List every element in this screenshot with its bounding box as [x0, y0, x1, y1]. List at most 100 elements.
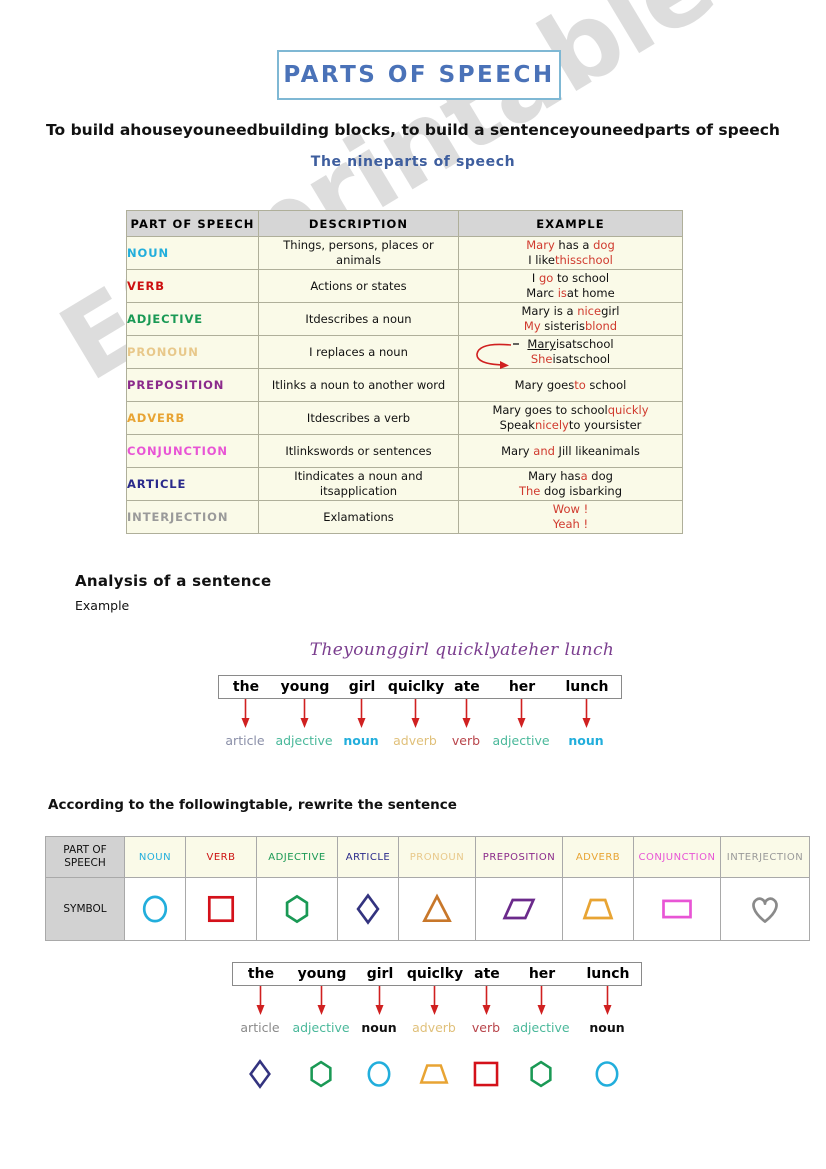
highlight-word: Wow ! [552, 502, 589, 516]
table-row: ADVERB Itdescribes a verb Mary goes to sch… [126, 401, 683, 435]
symbol-table-row-label-symbol: SYMBOL [45, 877, 125, 941]
down-arrow-icon [241, 699, 249, 728]
word-cell: young [280, 679, 330, 695]
sublead-sentence: The nineparts of speech [310, 154, 516, 170]
plain-text: I [531, 271, 539, 285]
highlight-word: is [557, 286, 567, 300]
pos-description-cell: I replaces a noun [258, 335, 459, 369]
arrow-col [272, 699, 336, 733]
plain-text: isatschool [552, 352, 611, 366]
heart-shape-icon [752, 897, 778, 923]
word-cell: her [528, 966, 556, 982]
header-example: EXAMPLE [458, 210, 683, 237]
word-cell: her [508, 679, 536, 695]
symbol-header-adjective: ADJECTIVE [256, 836, 338, 878]
word-cell: lunch [565, 679, 609, 695]
word-cell: quiclky [406, 966, 464, 982]
pos-example-cell: Mary goes to schoolquickly Speaknicelyto … [458, 401, 683, 435]
example-line: Mary is a nicegirl [459, 304, 682, 319]
symbol-cell-article [337, 877, 399, 941]
highlight-word: this [554, 253, 576, 267]
example-line: The dog isbarking [459, 484, 682, 499]
pos-name-cell: VERB [126, 269, 259, 303]
plain-text: Jill likeanimals [554, 443, 640, 458]
worksheet-page: ESLprintables.com PARTS OF SPEECH To bui… [0, 0, 826, 1169]
exercise-diagram: the young girl quiclky ate her lunch article adj… [232, 962, 642, 1097]
plain-text: Mary goes [514, 377, 575, 392]
pos-example-cell: Maryisatschool Sheisatschool [458, 335, 683, 369]
highlight-word: to [574, 377, 586, 392]
down-arrow-icon [256, 986, 264, 1015]
down-arrow-icon [300, 699, 308, 728]
pos-label: adjective [292, 1020, 350, 1035]
pos-description-cell: Itdescribes a verb [258, 401, 459, 435]
arrow-col [288, 986, 354, 1020]
symbol-cell-preposition [475, 877, 563, 941]
symbol-cell-adverb [562, 877, 634, 941]
page-title-box: PARTS OF SPEECH [277, 50, 561, 100]
label-text: SYMBOL [63, 903, 107, 915]
highlight-word: She [530, 352, 553, 366]
shape-col [288, 1057, 354, 1091]
highlight-word: My [523, 319, 541, 333]
table-row: VERB Actions or states I go to school Marc … [126, 269, 683, 303]
circle-shape-icon [142, 895, 168, 923]
symbol-table-symbol-row: SYMBOL [45, 877, 810, 941]
pos-description-cell: Itdescribes a noun [258, 302, 459, 336]
down-arrow-icon [357, 699, 365, 728]
shape-col [404, 1057, 464, 1091]
word-row: the young girl quiclky ate her lunch [218, 675, 622, 699]
highlight-word: quickly [607, 403, 649, 417]
symbol-header-conjunction: CONJUNCTION [633, 836, 721, 878]
pos-description-cell: Things, persons, places or animals [258, 236, 459, 270]
table-row: PRONOUN I replaces a noun Maryisatschool Sh… [126, 335, 683, 369]
shape-row [232, 1051, 642, 1097]
word-cell: ate [454, 679, 480, 695]
pos-label: noun [589, 1020, 625, 1035]
plain-text: isatschool [555, 337, 614, 351]
word-row: the young girl quiclky ate her lunch [232, 962, 642, 986]
cursive-sentence: Theyounggirl quicklyateher lunch [309, 640, 615, 660]
arrow-col [444, 699, 488, 733]
arrow-col [464, 986, 508, 1020]
example-line: Marc isat home [459, 286, 682, 301]
table-row: ARTICLE Itindicates a noun and itsapplicat… [126, 467, 683, 501]
pos-example-cell: Mary is a nicegirl My sisterisblond [458, 302, 683, 336]
square-shape-icon [207, 895, 235, 923]
highlight-word: nicely [534, 418, 569, 432]
pos-name-cell: NOUN [126, 236, 259, 270]
down-arrow-icon [462, 699, 470, 728]
highlight-word: blond [584, 319, 618, 333]
highlight-word: The [518, 484, 541, 498]
symbol-cell-pronoun [398, 877, 476, 941]
down-arrow-icon [482, 986, 490, 1015]
symbol-header-pronoun: PRONOUN [398, 836, 476, 878]
page-title: PARTS OF SPEECH [283, 62, 555, 88]
example-line: Mary hasa dog [459, 469, 682, 484]
triangle-shape-icon [422, 893, 452, 923]
shape-col [464, 1057, 508, 1091]
word-cell: lunch [586, 966, 630, 982]
pos-label: verb [451, 733, 481, 748]
example-line: Mary and Jill likeanimals [459, 444, 682, 459]
pos-description-cell: Itindicates a noun and itsapplication [258, 467, 459, 501]
plain-text: Mary goes to school [492, 403, 608, 417]
pos-example-cell: I go to school Marc isat home [458, 269, 683, 303]
example-label: Example [75, 598, 130, 613]
pos-description-cell: Exlamations [258, 500, 459, 534]
symbol-legend-table: PART OF SPEECH NOUN VERB ADJECTIVE ARTICLE P… [45, 836, 810, 941]
plain-text: dog [587, 469, 613, 483]
plain-text: to yoursister [568, 418, 642, 432]
word-cell: quiclky [387, 679, 445, 695]
pos-name-cell: ARTICLE [126, 467, 259, 501]
header-description: DESCRIPTION [258, 210, 459, 237]
header-part-of-speech: PART OF SPEECH [126, 210, 259, 237]
plain-text: at home [566, 286, 615, 300]
down-arrow-icon [582, 699, 590, 728]
pos-example-cell: Mary hasa dog The dog isbarking [458, 467, 683, 501]
square-shape-icon [473, 1061, 499, 1087]
pos-example-cell: Wow ! Yeah ! [458, 500, 683, 534]
arrow-col [232, 986, 288, 1020]
circle-shape-icon [367, 1061, 391, 1087]
pos-label: article [225, 733, 265, 748]
